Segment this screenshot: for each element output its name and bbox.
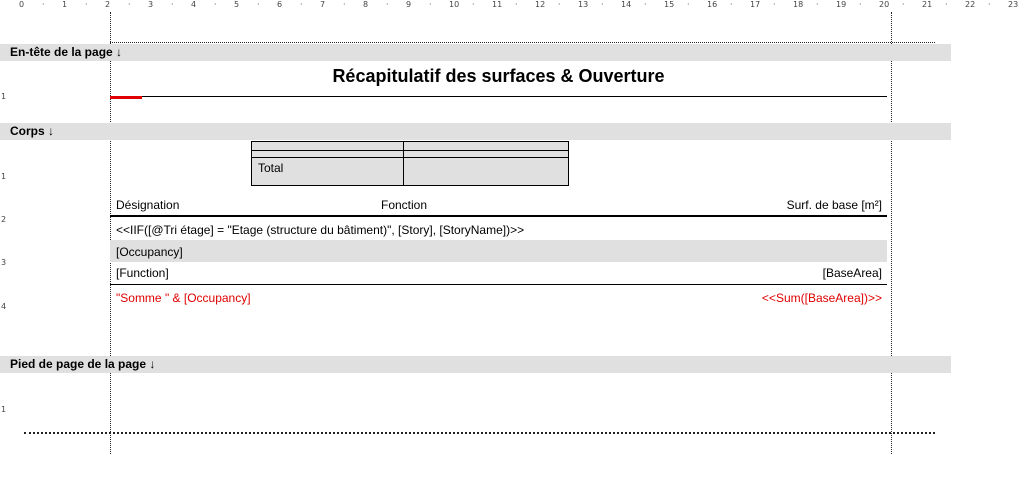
ruler-top-label: 6: [277, 0, 283, 9]
column-header-fonction[interactable]: Fonction: [381, 198, 427, 212]
ruler-top-tick: ·: [386, 0, 389, 9]
sum-label-field[interactable]: "Somme " & [Occupancy]: [116, 291, 251, 305]
ruler-top-tick: ·: [601, 0, 604, 9]
horizontal-ruler: 0 · 1 · 2 · 3 · 4 · 5 · 6 · 7 · 8 · 9 · 10 · 11 · 12 · 13 · 14 · 15 · 16…: [0, 0, 1024, 12]
ruler-left-label: 3: [1, 258, 7, 267]
ruler-top-tick: ·: [988, 0, 991, 9]
sum-value-field[interactable]: <<Sum([BaseArea])>>: [762, 291, 882, 305]
occupancy-field[interactable]: [Occupancy]: [116, 245, 183, 259]
selection-marker[interactable]: [110, 96, 142, 99]
detail-separator: [110, 284, 887, 285]
ruler-top-label: 4: [191, 0, 197, 9]
body-label: Corps ↓: [10, 124, 55, 138]
column-header-designation[interactable]: Désignation: [116, 198, 179, 212]
ruler-top-label: 7: [320, 0, 326, 9]
title-underline[interactable]: [110, 96, 887, 97]
ruler-top-label: 15: [664, 0, 675, 9]
ruler-top-label: 13: [578, 0, 589, 9]
body-band[interactable]: Corps ↓: [0, 123, 951, 140]
ruler-top-tick: ·: [902, 0, 905, 9]
ruler-top-label: 11: [492, 0, 503, 9]
ruler-top-tick: ·: [171, 0, 174, 9]
group-expression-field[interactable]: <<IIF([@Tri étage] = "Etage (structure d…: [116, 223, 524, 237]
ruler-top-label: 17: [750, 0, 761, 9]
table-row-divider: [252, 150, 568, 151]
ruler-top-tick: ·: [128, 0, 131, 9]
right-margin-guide[interactable]: [891, 12, 892, 454]
ruler-left-label: 1: [1, 172, 7, 181]
ruler-top-label: 2: [105, 0, 111, 9]
ruler-top-tick: ·: [257, 0, 260, 9]
header-separator: [110, 215, 887, 217]
ruler-top-tick: ·: [515, 0, 518, 9]
ruler-top-label: 23: [1008, 0, 1019, 9]
ruler-left-label: 1: [1, 92, 7, 101]
ruler-top-tick: ·: [687, 0, 690, 9]
ruler-top-label: 9: [406, 0, 412, 9]
ruler-top-tick: ·: [558, 0, 561, 9]
ruler-top-tick: ·: [429, 0, 432, 9]
summary-table[interactable]: Total: [251, 141, 569, 186]
ruler-top-tick: ·: [816, 0, 819, 9]
ruler-top-tick: ·: [859, 0, 862, 9]
ruler-top-label: 16: [707, 0, 718, 9]
page-footer-label: Pied de page de la page ↓: [10, 357, 156, 371]
ruler-top-label: 5: [234, 0, 240, 9]
ruler-top-label: 14: [621, 0, 632, 9]
ruler-left-label: 2: [1, 215, 7, 224]
ruler-top-label: 18: [793, 0, 804, 9]
ruler-top-tick: ·: [85, 0, 88, 9]
ruler-top-label: 21: [922, 0, 933, 9]
ruler-top-tick: ·: [300, 0, 303, 9]
top-margin-guide[interactable]: [110, 42, 935, 43]
basearea-field[interactable]: [BaseArea]: [823, 266, 882, 280]
ruler-top-label: 20: [879, 0, 890, 9]
table-row-divider: [252, 157, 568, 158]
ruler-top-label: 0: [19, 0, 25, 9]
page-header-band[interactable]: En-tête de la page ↓: [0, 44, 951, 61]
report-title[interactable]: Récapitulatif des surfaces & Ouverture: [110, 66, 887, 87]
table-total-label[interactable]: Total: [258, 161, 283, 175]
ruler-top-tick: ·: [472, 0, 475, 9]
ruler-top-label: 12: [535, 0, 546, 9]
ruler-top-tick: ·: [214, 0, 217, 9]
table-column-divider: [403, 142, 404, 185]
ruler-top-label: 8: [363, 0, 369, 9]
ruler-top-tick: ·: [644, 0, 647, 9]
ruler-top-tick: ·: [730, 0, 733, 9]
page-footer-band[interactable]: Pied de page de la page ↓: [0, 356, 951, 373]
function-field[interactable]: [Function]: [116, 266, 169, 280]
bottom-margin-guide[interactable]: [24, 432, 935, 434]
ruler-left-label: 1: [1, 405, 7, 414]
page-header-label: En-tête de la page ↓: [10, 45, 123, 59]
ruler-top-label: 1: [62, 0, 68, 9]
vertical-ruler: 1 1 2 3 4 1: [0, 12, 10, 486]
ruler-top-tick: ·: [773, 0, 776, 9]
column-header-surf-base[interactable]: Surf. de base [m²]: [787, 198, 882, 212]
ruler-top-label: 19: [836, 0, 847, 9]
ruler-top-label: 10: [449, 0, 460, 9]
ruler-top-tick: ·: [42, 0, 45, 9]
occupancy-row[interactable]: [110, 240, 887, 262]
ruler-top-label: 3: [148, 0, 154, 9]
ruler-top-tick: ·: [343, 0, 346, 9]
ruler-top-label: 22: [965, 0, 976, 9]
ruler-top-tick: ·: [945, 0, 948, 9]
ruler-left-label: 4: [1, 302, 7, 311]
